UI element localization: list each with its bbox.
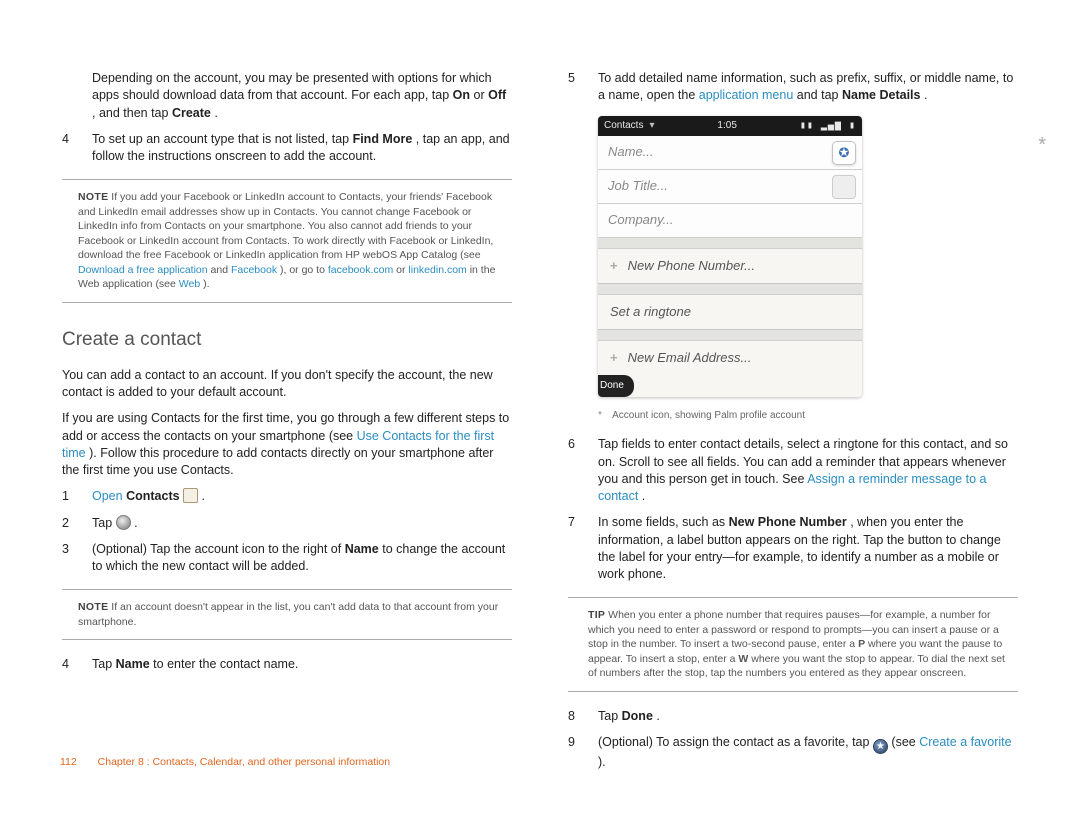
intro-paragraph: Depending on the account, you may be pre… bbox=[62, 70, 512, 122]
new-phone-label: New Phone Number... bbox=[628, 257, 755, 275]
step-number: 9 bbox=[568, 734, 598, 771]
note-social-accounts: NOTE If you add your Facebook or LinkedI… bbox=[62, 179, 512, 302]
step-number: 7 bbox=[568, 514, 598, 583]
step-number: 8 bbox=[568, 708, 598, 725]
phone-new-email-row[interactable]: + New Email Address... bbox=[598, 341, 862, 375]
name-field: Name bbox=[116, 657, 150, 671]
note-account-list: NOTE If an account doesn't appear in the… bbox=[62, 589, 512, 640]
step-8-done: 8 Tap Done . bbox=[568, 708, 1018, 725]
plus-icon: + bbox=[610, 349, 618, 367]
right-column: 5 To add detailed name information, such… bbox=[568, 70, 1018, 790]
step-2-tap: 2 Tap . bbox=[62, 515, 512, 532]
step-number: 4 bbox=[62, 131, 92, 166]
name-field: Name bbox=[345, 542, 379, 556]
plus-icon: + bbox=[610, 257, 618, 275]
step-6-fields: 6 Tap fields to enter contact details, s… bbox=[568, 436, 1018, 505]
link-linkedin-com[interactable]: linkedin.com bbox=[408, 264, 466, 276]
caption-text: Account icon, showing Palm profile accou… bbox=[612, 410, 805, 421]
link-web[interactable]: Web bbox=[179, 278, 200, 290]
done-pill[interactable]: Done bbox=[598, 375, 634, 397]
caption-asterisk: * bbox=[598, 410, 602, 421]
phone-screenshot: * Contacts ▾ 1:05 ▮▮ ▂▄▆ ▮ Name... ✪ Job… bbox=[568, 114, 1018, 401]
phone-bottom: Done bbox=[598, 375, 862, 397]
pause-p: P bbox=[858, 638, 865, 650]
status-time: 1:05 bbox=[655, 119, 800, 133]
phone-separator bbox=[598, 330, 862, 341]
text-off: Off bbox=[488, 88, 506, 102]
ringtone-label: Set a ringtone bbox=[610, 303, 691, 321]
phone-name-row[interactable]: Name... ✪ bbox=[598, 136, 862, 170]
step-number: 2 bbox=[62, 515, 92, 532]
tip-label: TIP bbox=[588, 609, 605, 621]
name-details: Name Details bbox=[842, 88, 921, 102]
chevron-down-icon: ▾ bbox=[649, 119, 654, 133]
step-1-open: 1 Open Contacts . bbox=[62, 488, 512, 505]
note-label: NOTE bbox=[78, 191, 108, 203]
stop-w: W bbox=[738, 653, 748, 665]
open-link[interactable]: Open bbox=[92, 489, 123, 503]
link-application-menu[interactable]: application menu bbox=[699, 88, 794, 102]
section-heading-create-contact: Create a contact bbox=[62, 327, 512, 353]
phone-new-phone-row[interactable]: + New Phone Number... bbox=[598, 249, 862, 284]
job-placeholder: Job Title... bbox=[608, 177, 668, 195]
manual-page: Depending on the account, you may be pre… bbox=[0, 0, 1080, 790]
add-contact-icon bbox=[116, 515, 131, 530]
link-download-app[interactable]: Download a free application bbox=[78, 264, 208, 276]
phone-separator bbox=[598, 238, 862, 249]
page-number: 112 bbox=[60, 756, 77, 768]
step-number: 4 bbox=[62, 656, 92, 673]
left-column: Depending on the account, you may be pre… bbox=[62, 70, 512, 790]
text-create: Create bbox=[172, 106, 211, 120]
favorite-star-icon: ★ bbox=[873, 739, 888, 754]
step-4-tap-name: 4 Tap Name to enter the contact name. bbox=[62, 656, 512, 673]
step-5-name-details: 5 To add detailed name information, such… bbox=[568, 70, 1018, 105]
link-facebook[interactable]: Facebook bbox=[231, 264, 277, 276]
contacts-app-icon bbox=[183, 488, 198, 503]
tip-pauses: TIP When you enter a phone number that r… bbox=[568, 597, 1018, 691]
new-phone-number: New Phone Number bbox=[729, 515, 847, 529]
new-email-label: New Email Address... bbox=[628, 349, 752, 367]
phone-company-row[interactable]: Company... bbox=[598, 204, 862, 238]
chapter-title: Chapter 8 : Contacts, Calendar, and othe… bbox=[98, 756, 390, 768]
step-number: 3 bbox=[62, 541, 92, 576]
status-app: Contacts bbox=[604, 119, 643, 133]
phone-ringtone-row[interactable]: Set a ringtone bbox=[598, 295, 862, 330]
phone-separator bbox=[598, 284, 862, 295]
status-icons: ▮▮ ▂▄▆ ▮ bbox=[800, 119, 856, 133]
contact-photo-icon[interactable] bbox=[832, 175, 856, 199]
link-facebook-com[interactable]: facebook.com bbox=[328, 264, 393, 276]
phone-frame: Contacts ▾ 1:05 ▮▮ ▂▄▆ ▮ Name... ✪ Job T… bbox=[598, 116, 862, 397]
step-number: 1 bbox=[62, 488, 92, 505]
phone-status-bar: Contacts ▾ 1:05 ▮▮ ▂▄▆ ▮ bbox=[598, 116, 862, 136]
step-3-account-icon: 3 (Optional) Tap the account icon to the… bbox=[62, 541, 512, 576]
text: Depending on the account, you may be pre… bbox=[92, 71, 492, 102]
step-7-label: 7 In some fields, such as New Phone Numb… bbox=[568, 514, 1018, 583]
name-placeholder: Name... bbox=[608, 143, 654, 161]
note-label: NOTE bbox=[78, 601, 108, 613]
paragraph: You can add a contact to an account. If … bbox=[62, 367, 512, 402]
step-number: 5 bbox=[568, 70, 598, 105]
step-4-setup: 4 To set up an account type that is not … bbox=[62, 131, 512, 166]
find-more: Find More bbox=[353, 132, 413, 146]
asterisk-marker: * bbox=[1038, 132, 1046, 160]
link-create-favorite[interactable]: Create a favorite bbox=[919, 735, 1011, 749]
palm-profile-icon[interactable]: ✪ bbox=[832, 141, 856, 165]
phone-job-row[interactable]: Job Title... bbox=[598, 170, 862, 204]
step-9-favorite: 9 (Optional) To assign the contact as a … bbox=[568, 734, 1018, 771]
text-on: On bbox=[453, 88, 470, 102]
company-placeholder: Company... bbox=[608, 211, 674, 229]
page-footer: 112 Chapter 8 : Contacts, Calendar, and … bbox=[60, 756, 390, 768]
paragraph: If you are using Contacts for the first … bbox=[62, 410, 512, 479]
step-number: 6 bbox=[568, 436, 598, 505]
screenshot-caption: * Account icon, showing Palm profile acc… bbox=[568, 409, 1018, 423]
done-label: Done bbox=[622, 709, 653, 723]
contacts-app: Contacts bbox=[126, 489, 179, 503]
